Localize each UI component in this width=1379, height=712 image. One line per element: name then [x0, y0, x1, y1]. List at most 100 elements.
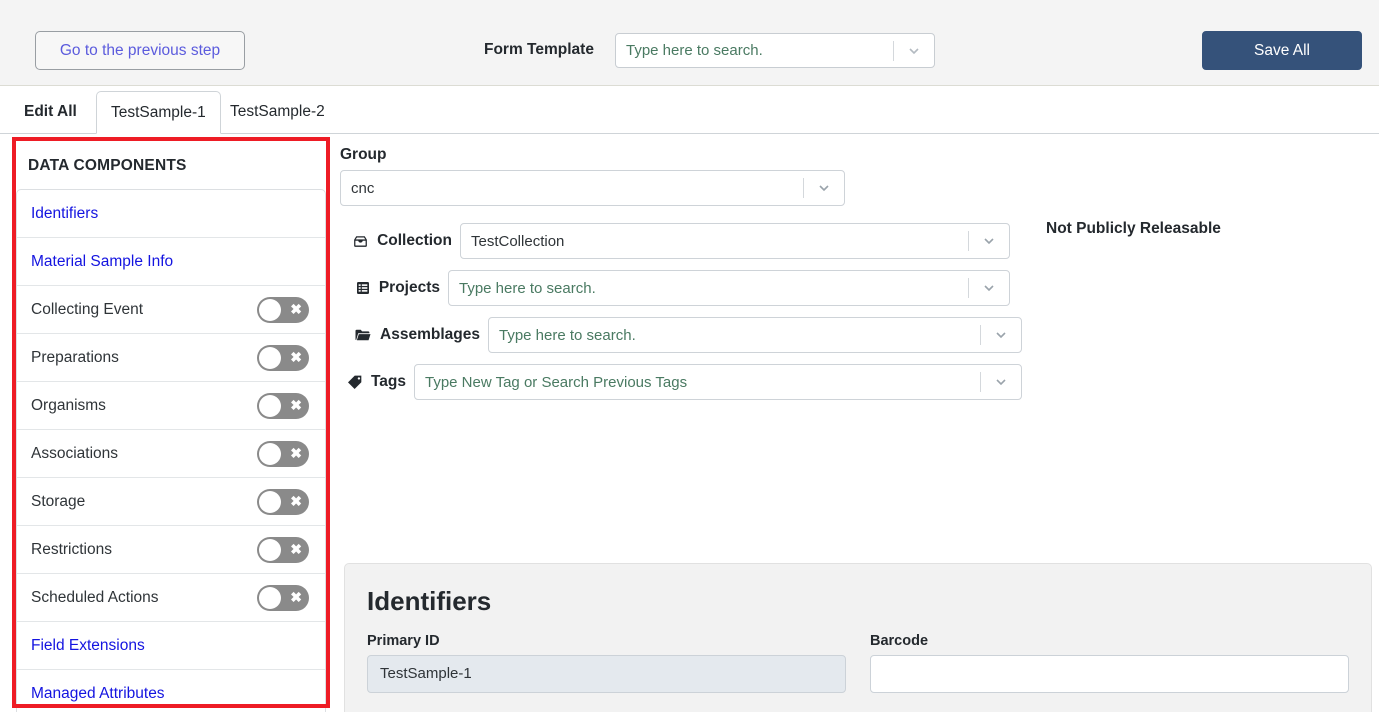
- sidebar-item-associations[interactable]: Associations ✖: [17, 430, 325, 478]
- folder-icon: [354, 326, 372, 344]
- projects-select[interactable]: Type here to search.: [448, 270, 1010, 306]
- close-icon: ✖: [290, 348, 302, 365]
- sidebar-item-restrictions[interactable]: Restrictions ✖: [17, 526, 325, 574]
- form-template-input[interactable]: [616, 34, 893, 67]
- toggle-organisms[interactable]: ✖: [257, 392, 309, 419]
- tab-testsample-1[interactable]: TestSample-1: [96, 91, 221, 134]
- toggle-scheduled-actions[interactable]: ✖: [257, 584, 309, 611]
- chevron-down-icon[interactable]: [804, 171, 844, 205]
- sidebar-item-organisms[interactable]: Organisms ✖: [17, 382, 325, 430]
- projects-label-wrap: Projects: [340, 279, 448, 297]
- close-icon: ✖: [290, 396, 302, 413]
- data-components-list: Identifiers Material Sample Info Collect…: [16, 189, 326, 712]
- group-label: Group: [340, 146, 387, 163]
- toggle-knob: [259, 346, 281, 369]
- sidebar-item-label: Identifiers: [31, 204, 99, 222]
- identifiers-card: Identifiers Primary ID TestSample-1 Barc…: [344, 563, 1372, 712]
- sidebar-item-label: Storage: [31, 492, 86, 510]
- toggle-knob: [1048, 249, 1070, 271]
- assemblages-label: Assemblages: [380, 326, 480, 343]
- close-icon: ✖: [290, 540, 302, 557]
- tags-select-wrap: Type New Tag or Search Previous Tags: [414, 364, 1022, 400]
- sidebar-item-label: Field Extensions: [31, 636, 145, 654]
- main-content: DATA COMPONENTS Identifiers Material Sam…: [0, 134, 1379, 712]
- sidebar-item-field-extensions[interactable]: Field Extensions: [17, 622, 325, 670]
- sidebar-item-label: Material Sample Info: [31, 252, 174, 270]
- projects-placeholder: Type here to search.: [459, 279, 596, 297]
- assemblages-field-row: Assemblages Type here to search.: [340, 317, 1022, 353]
- collection-select-wrap: TestCollection: [460, 223, 1010, 259]
- toggle-knob: [259, 586, 281, 609]
- collection-label: Collection: [377, 232, 452, 249]
- assemblages-label-wrap: Assemblages: [340, 326, 488, 344]
- chevron-down-icon[interactable]: [894, 34, 934, 67]
- sidebar-item-label: Scheduled Actions: [31, 588, 159, 606]
- chevron-down-icon[interactable]: [969, 224, 1009, 258]
- tags-select[interactable]: Type New Tag or Search Previous Tags: [414, 364, 1022, 400]
- form-template-label: Form Template: [484, 41, 594, 58]
- sidebar-item-label: Collecting Event: [31, 300, 144, 318]
- close-icon: ✖: [1027, 251, 1039, 267]
- barcode-label: Barcode: [870, 633, 929, 649]
- tags-label-wrap: Tags: [340, 373, 414, 391]
- group-select[interactable]: cnc: [340, 170, 845, 206]
- inbox-icon: [352, 233, 369, 250]
- tags-field-row: Tags Type New Tag or Search Previous Tag…: [340, 364, 1022, 400]
- group-value: cnc: [351, 179, 375, 197]
- toggle-restrictions[interactable]: ✖: [257, 536, 309, 563]
- sidebar-item-preparations[interactable]: Preparations ✖: [17, 334, 325, 382]
- tag-icon: [347, 374, 363, 390]
- sample-tabs: Edit All TestSample-1 TestSample-2: [0, 86, 1379, 134]
- projects-field-row: Projects Type here to search.: [340, 270, 1010, 306]
- form-template-select[interactable]: [615, 33, 935, 68]
- data-components-sidebar: DATA COMPONENTS Identifiers Material Sam…: [16, 141, 326, 712]
- close-icon: ✖: [290, 492, 302, 509]
- collection-select[interactable]: TestCollection: [460, 223, 1010, 259]
- previous-step-button[interactable]: Go to the previous step: [35, 31, 245, 70]
- projects-label: Projects: [378, 279, 440, 296]
- toggle-storage[interactable]: ✖: [257, 488, 309, 515]
- not-publicly-releasable-field: Not Publicly Releasable ✖: [1027, 220, 1221, 271]
- close-icon: ✖: [290, 588, 302, 605]
- sidebar-item-label: Managed Attributes: [31, 685, 165, 702]
- toggle-knob: [259, 394, 281, 417]
- close-icon: ✖: [290, 300, 302, 317]
- toggle-knob: [259, 490, 281, 513]
- toggle-collecting-event[interactable]: ✖: [257, 296, 309, 323]
- tags-label: Tags: [370, 373, 406, 390]
- sidebar-item-identifiers[interactable]: Identifiers: [17, 190, 325, 238]
- sidebar-item-label: Organisms: [31, 396, 106, 414]
- primary-id-label: Primary ID: [367, 633, 440, 649]
- sidebar-item-collecting-event[interactable]: Collecting Event ✖: [17, 286, 325, 334]
- toggle-knob: [259, 538, 281, 561]
- primary-id-input: TestSample-1: [367, 655, 846, 693]
- projects-select-wrap: Type here to search.: [448, 270, 1010, 306]
- chevron-down-icon[interactable]: [981, 365, 1021, 399]
- toggle-preparations[interactable]: ✖: [257, 344, 309, 371]
- barcode-input[interactable]: [870, 655, 1349, 693]
- toggle-knob: [259, 442, 281, 465]
- save-all-button[interactable]: Save All: [1202, 31, 1362, 70]
- sidebar-item-managed-attributes[interactable]: Managed Attributes: [17, 670, 325, 712]
- tags-placeholder: Type New Tag or Search Previous Tags: [425, 373, 688, 391]
- sidebar-item-label: Restrictions: [31, 540, 112, 558]
- close-icon: ✖: [290, 444, 302, 461]
- sidebar-item-material-sample-info[interactable]: Material Sample Info: [17, 238, 325, 286]
- collection-label-wrap: Collection: [340, 232, 460, 250]
- toggle-knob: [259, 298, 281, 321]
- identifiers-section-title: Identifiers: [367, 586, 492, 616]
- sidebar-item-scheduled-actions[interactable]: Scheduled Actions ✖: [17, 574, 325, 622]
- collection-value: TestCollection: [471, 232, 565, 250]
- collection-field-row: Collection TestCollection: [340, 223, 1010, 259]
- tab-testsample-2[interactable]: TestSample-2: [216, 91, 339, 134]
- tab-edit-all[interactable]: Edit All: [18, 91, 83, 134]
- assemblages-select[interactable]: Type here to search.: [488, 317, 1022, 353]
- chevron-down-icon[interactable]: [981, 318, 1021, 352]
- sidebar-item-storage[interactable]: Storage ✖: [17, 478, 325, 526]
- sidebar-item-label: Preparations: [31, 348, 119, 366]
- chevron-down-icon[interactable]: [969, 271, 1009, 305]
- not-publicly-releasable-label: Not Publicly Releasable: [1046, 220, 1221, 237]
- toggle-associations[interactable]: ✖: [257, 440, 309, 467]
- data-components-title: DATA COMPONENTS: [28, 157, 187, 174]
- assemblages-placeholder: Type here to search.: [499, 326, 636, 344]
